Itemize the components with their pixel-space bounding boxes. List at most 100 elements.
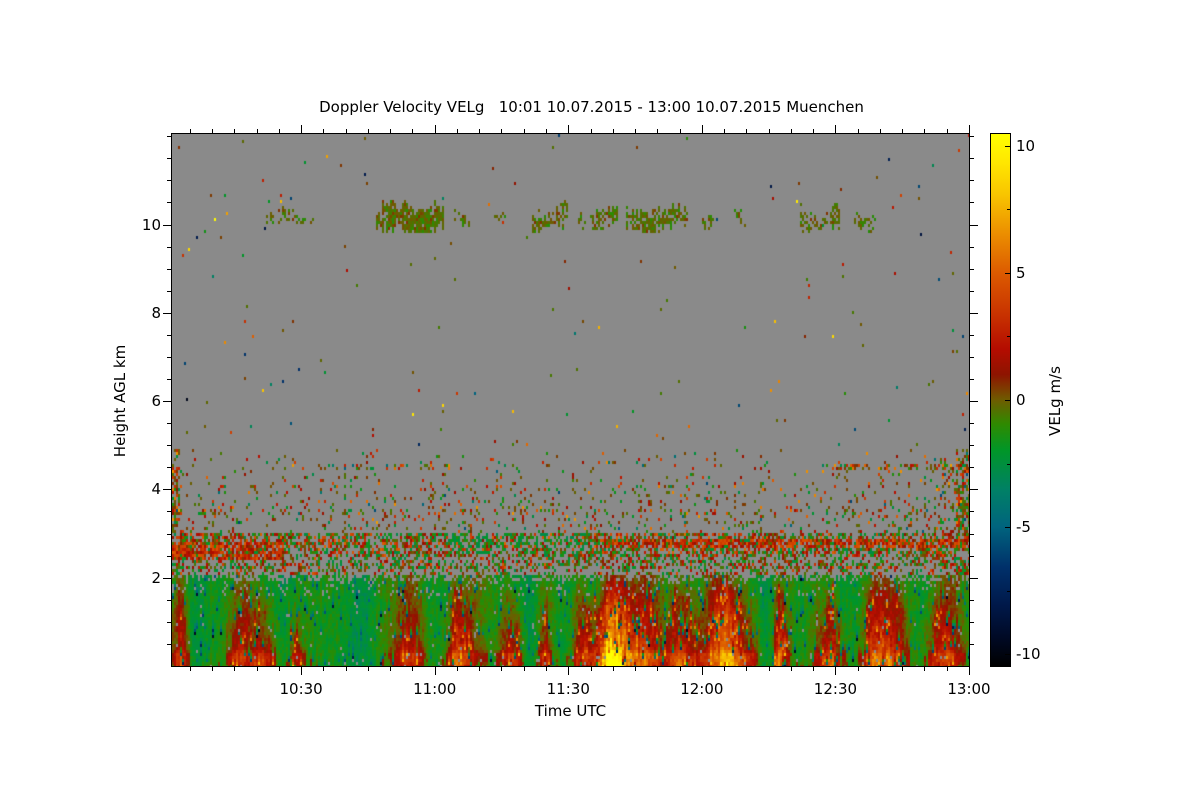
x-axis-tick bbox=[612, 129, 614, 133]
y-axis-tick bbox=[167, 334, 171, 336]
x-axis-tick bbox=[813, 129, 815, 133]
x-axis-tick bbox=[256, 129, 258, 133]
x-axis-tick bbox=[546, 129, 547, 133]
x-tick-label: 12:30 bbox=[813, 680, 858, 698]
y-axis-tick bbox=[163, 312, 171, 314]
y-axis-tick bbox=[970, 599, 974, 601]
x-axis-tick bbox=[768, 129, 770, 133]
y-axis-tick bbox=[167, 423, 171, 425]
x-axis-tick bbox=[768, 667, 770, 671]
colorbar-tick bbox=[1005, 145, 1010, 147]
y-axis-tick bbox=[167, 555, 171, 557]
x-axis-tick bbox=[679, 129, 681, 133]
colorbar-tick bbox=[1007, 463, 1010, 465]
y-axis-tick bbox=[167, 511, 171, 513]
y-axis-tick bbox=[970, 643, 974, 645]
y-axis-tick bbox=[167, 180, 171, 182]
x-axis-tick bbox=[879, 129, 881, 133]
doppler-velocity-plot-page: Doppler Velocity VELg 10:01 10.07.2015 -… bbox=[0, 0, 1200, 800]
x-axis-tick bbox=[813, 667, 815, 671]
x-axis-tick bbox=[501, 667, 503, 671]
colorbar-tick-label: 5 bbox=[1016, 263, 1026, 282]
x-axis-tick bbox=[323, 129, 325, 133]
x-axis-tick bbox=[278, 667, 280, 671]
x-axis-tick bbox=[501, 129, 503, 133]
y-axis-tick bbox=[167, 246, 171, 248]
x-axis-tick bbox=[790, 129, 792, 133]
x-axis-tick bbox=[635, 129, 637, 133]
y-tick-label: 2 bbox=[151, 568, 161, 587]
x-axis-tick bbox=[924, 129, 926, 133]
y-axis-tick bbox=[970, 489, 978, 491]
x-axis-tick bbox=[924, 667, 926, 671]
x-axis-title: Time UTC bbox=[534, 702, 607, 720]
y-axis-tick bbox=[970, 621, 974, 623]
x-axis-tick bbox=[390, 667, 392, 671]
y-axis-tick bbox=[970, 202, 974, 204]
x-axis-tick bbox=[724, 667, 726, 671]
y-tick-label: 8 bbox=[151, 303, 161, 322]
x-axis-tick bbox=[234, 667, 236, 671]
x-axis-tick bbox=[256, 667, 258, 671]
x-axis-tick bbox=[612, 667, 614, 671]
y-axis-tick bbox=[970, 379, 974, 381]
y-axis-tick bbox=[163, 224, 171, 226]
y-axis-tick bbox=[163, 577, 171, 579]
colorbar-tick bbox=[1007, 336, 1010, 338]
x-axis-tick bbox=[590, 667, 592, 671]
x-axis-tick bbox=[946, 667, 948, 671]
colorbar-tick-label: 0 bbox=[1016, 391, 1026, 409]
x-tick-label: 12:00 bbox=[680, 680, 724, 698]
colorbar-tick-label: -5 bbox=[1016, 518, 1031, 537]
y-axis-tick bbox=[167, 379, 171, 381]
y-axis-tick bbox=[970, 136, 974, 138]
colorbar-tick-label: -10 bbox=[1016, 645, 1041, 664]
x-axis-tick bbox=[278, 129, 280, 133]
x-axis-tick bbox=[434, 667, 436, 675]
x-axis-tick bbox=[390, 129, 392, 133]
x-axis-tick bbox=[568, 667, 570, 675]
y-axis-tick bbox=[970, 423, 974, 425]
colorbar-tick bbox=[1005, 272, 1010, 274]
y-tick-label: 10 bbox=[141, 215, 161, 234]
colorbar-tick bbox=[1005, 527, 1010, 529]
x-axis-tick bbox=[456, 129, 458, 133]
x-axis-tick bbox=[790, 667, 792, 671]
colorbar-tick bbox=[1007, 209, 1010, 211]
chart-title: Doppler Velocity VELg 10:01 10.07.2015 -… bbox=[319, 98, 864, 116]
y-axis-tick bbox=[167, 202, 171, 204]
y-axis-tick bbox=[970, 577, 978, 579]
y-axis-tick bbox=[167, 643, 171, 645]
y-axis-tick bbox=[167, 158, 171, 160]
x-axis-tick bbox=[746, 129, 748, 133]
x-axis-tick bbox=[367, 667, 369, 671]
y-axis-tick bbox=[163, 489, 171, 491]
colorbar-tick bbox=[1007, 590, 1010, 592]
x-axis-tick bbox=[412, 129, 414, 133]
y-axis-tick bbox=[970, 290, 974, 292]
x-axis-tick bbox=[568, 125, 570, 133]
y-axis-tick bbox=[163, 401, 171, 403]
x-axis-tick bbox=[345, 129, 347, 133]
x-axis-tick bbox=[345, 667, 347, 671]
y-axis-tick bbox=[970, 158, 974, 160]
x-axis-tick bbox=[679, 667, 681, 671]
x-axis-tick bbox=[835, 125, 837, 133]
x-axis-tick bbox=[212, 129, 214, 133]
y-axis-tick bbox=[970, 268, 974, 270]
x-axis-tick bbox=[479, 129, 481, 133]
y-axis-tick bbox=[167, 445, 171, 447]
x-axis-tick bbox=[879, 667, 881, 671]
y-axis-tick bbox=[167, 356, 171, 358]
x-axis-tick bbox=[701, 125, 703, 133]
x-axis-tick bbox=[479, 667, 481, 671]
y-axis-tick bbox=[970, 467, 974, 469]
y-axis-tick bbox=[167, 467, 171, 469]
y-tick-label: 6 bbox=[151, 392, 161, 411]
x-axis-tick bbox=[189, 129, 191, 133]
heatmap-canvas bbox=[172, 134, 969, 666]
x-axis-tick bbox=[969, 125, 970, 133]
y-axis-tick bbox=[167, 621, 171, 623]
y-axis-tick bbox=[970, 401, 978, 403]
x-axis-tick bbox=[946, 129, 948, 133]
